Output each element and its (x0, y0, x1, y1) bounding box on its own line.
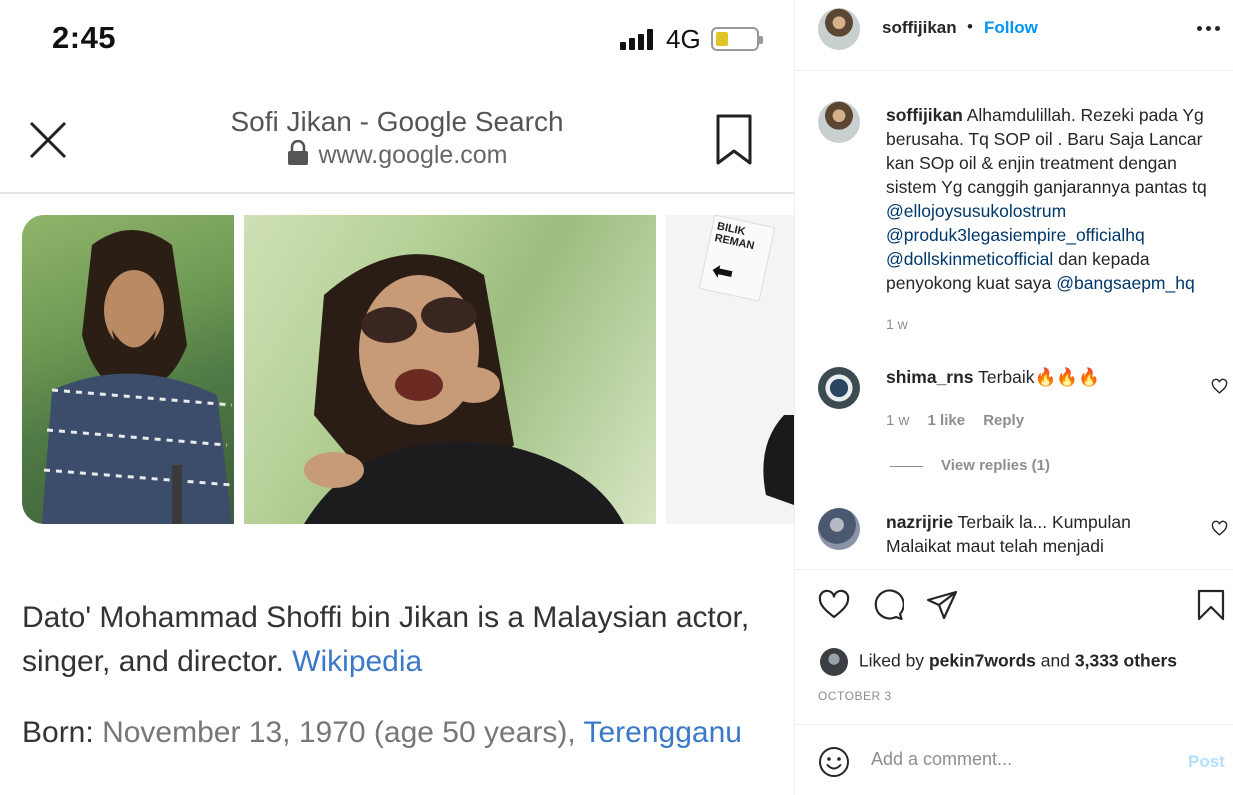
mention-link[interactable]: @bangsaepm_hq (1056, 273, 1194, 293)
comment-text: Terbaik🔥🔥🔥 (978, 367, 1100, 387)
post-image: 2:45 4G Sofi Jikan - Google Search www.g… (0, 0, 794, 795)
born-row: Born: November 13, 1970 (age 50 years), … (22, 716, 742, 750)
comment-username[interactable]: nazrijrie (886, 512, 953, 532)
save-icon[interactable] (1195, 589, 1227, 621)
arrow-left-icon: ⬅ (709, 254, 737, 289)
mention-link[interactable]: @dollskinmeticofficial (886, 249, 1053, 269)
heart-icon[interactable] (818, 589, 850, 621)
born-place-link: Terengganu (583, 716, 742, 749)
comments-section[interactable]: soffijikan Alhamdulillah. Rezeki pada Yg… (795, 71, 1233, 569)
view-replies-label: View replies (1) (941, 457, 1050, 474)
share-icon[interactable] (926, 589, 958, 621)
liked-by-and: and (1040, 650, 1070, 671)
mention-link[interactable]: @ellojoysusukolostrum (886, 201, 1066, 221)
born-value: November 13, 1970 (age 50 years), (102, 716, 576, 749)
liked-by-others[interactable]: 3,333 others (1075, 651, 1177, 671)
mention-link[interactable]: @produk3legasiempire_officialhq (886, 225, 1145, 245)
reply-button[interactable]: Reply (983, 412, 1024, 429)
post-actions: Liked by pekin7words and 3,333 others OC… (795, 569, 1233, 724)
bookmark-icon (716, 114, 752, 165)
browser-url: www.google.com (0, 139, 794, 170)
knowledge-description: Dato' Mohammad Shoffi bin Jikan is a Mal… (22, 596, 782, 684)
comment-icon[interactable] (872, 589, 904, 621)
phone-status-bar: 2:45 4G (0, 0, 794, 80)
heart-icon[interactable] (1211, 520, 1228, 537)
post-side-panel: soffijikan • Follow soffijikan Alhamduli… (794, 0, 1233, 795)
sign-text: BILIK REMAN (713, 220, 756, 253)
caption-timestamp[interactable]: 1 w (886, 316, 908, 332)
battery-icon (711, 27, 763, 51)
post-caption: soffijikan Alhamdulillah. Rezeki pada Yg… (886, 103, 1226, 295)
comment-likes[interactable]: 1 like (928, 412, 966, 429)
status-time: 2:45 (52, 20, 117, 55)
post-header: soffijikan • Follow (795, 0, 1233, 71)
network-label: 4G (666, 24, 701, 54)
browser-title: Sofi Jikan - Google Search (230, 106, 564, 137)
post-date[interactable]: OCTOBER 3 (818, 689, 892, 703)
lock-icon (287, 139, 308, 165)
view-replies-button[interactable]: View replies (1) (890, 457, 1050, 474)
caption-username[interactable]: soffijikan (886, 105, 963, 125)
add-comment-bar: Post (795, 724, 1233, 795)
comment-username[interactable]: shima_rns (886, 367, 974, 387)
avatar[interactable] (818, 508, 860, 550)
liked-by: Liked by pekin7words and 3,333 others (820, 648, 1177, 676)
comment-input[interactable] (871, 749, 1171, 770)
liked-by-prefix: Liked by (858, 650, 925, 671)
browser-url-text: www.google.com (318, 141, 508, 169)
photo-thumbnail (22, 215, 234, 524)
photo-thumbnail (244, 215, 656, 524)
born-label: Born: (22, 716, 94, 749)
browser-bar: Sofi Jikan - Google Search www.google.co… (0, 92, 794, 194)
signal-icon (620, 28, 660, 50)
comment: shima_rns Terbaik🔥🔥🔥 (886, 367, 1100, 388)
emoji-icon[interactable] (818, 746, 850, 778)
wikipedia-link: Wikipedia (292, 645, 423, 678)
avatar[interactable] (818, 101, 860, 143)
avatar[interactable] (820, 648, 848, 676)
post-button[interactable]: Post (1188, 752, 1225, 772)
comment-meta: 1 w 1 like Reply (886, 412, 1024, 429)
comment: nazrijrie Terbaik la... Kumpulan Malaika… (886, 510, 1186, 558)
liked-by-user[interactable]: pekin7words (929, 651, 1036, 671)
follow-button[interactable]: Follow (984, 18, 1038, 38)
heart-icon[interactable] (1211, 378, 1228, 395)
header-username[interactable]: soffijikan (882, 18, 957, 38)
comment-time[interactable]: 1 w (886, 412, 909, 429)
avatar[interactable] (818, 8, 860, 50)
separator-dot: • (967, 17, 973, 36)
avatar[interactable] (818, 367, 860, 409)
replies-line (890, 465, 923, 467)
more-options-icon[interactable] (1197, 26, 1221, 32)
